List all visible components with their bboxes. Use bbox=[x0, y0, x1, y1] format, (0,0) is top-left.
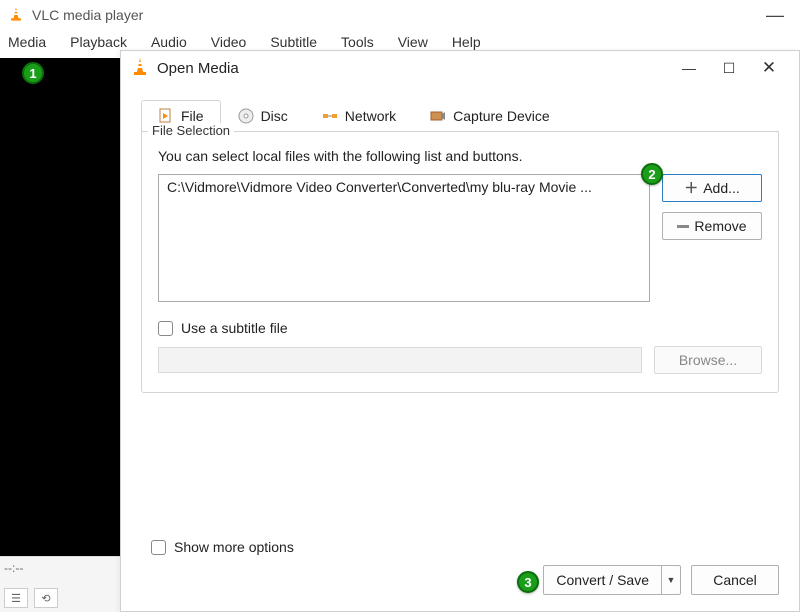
menu-media[interactable]: Media bbox=[4, 32, 50, 52]
file-selection-group: File Selection You can select local file… bbox=[141, 131, 779, 393]
dialog-maximize-icon[interactable]: ☐ bbox=[709, 60, 749, 77]
dialog-minimize-icon[interactable]: — bbox=[669, 60, 709, 76]
main-titlebar: VLC media player — bbox=[0, 0, 800, 30]
step-badge-2: 2 bbox=[641, 163, 663, 185]
plus-icon: ＋ bbox=[684, 178, 698, 198]
step-badge-1: 1 bbox=[22, 62, 44, 84]
loop-icon[interactable]: ⟲ bbox=[34, 588, 58, 608]
remove-button-label: Remove bbox=[694, 218, 746, 234]
minus-icon bbox=[677, 225, 689, 228]
tab-network-label: Network bbox=[345, 108, 396, 124]
tab-network[interactable]: Network bbox=[305, 100, 413, 132]
file-selection-hint: You can select local files with the foll… bbox=[158, 148, 762, 164]
tab-disc-label: Disc bbox=[261, 108, 288, 124]
cancel-button[interactable]: Cancel bbox=[691, 565, 779, 595]
step-badge-3: 3 bbox=[517, 571, 539, 593]
convert-save-button[interactable]: Convert / Save ▼ bbox=[543, 565, 681, 595]
dialog-title: Open Media bbox=[157, 60, 669, 77]
video-area bbox=[0, 58, 120, 556]
dialog-footer: Convert / Save ▼ Cancel bbox=[543, 565, 779, 595]
tab-capture[interactable]: Capture Device bbox=[413, 100, 567, 132]
vlc-cone-icon bbox=[131, 58, 149, 78]
show-more-checkbox[interactable] bbox=[151, 540, 166, 555]
remove-button[interactable]: Remove bbox=[662, 212, 762, 240]
chevron-down-icon[interactable]: ▼ bbox=[662, 575, 680, 585]
dialog-close-icon[interactable]: ✕ bbox=[749, 58, 789, 78]
file-icon bbox=[158, 108, 174, 124]
menu-tools[interactable]: Tools bbox=[337, 32, 378, 52]
subtitle-checkbox-label: Use a subtitle file bbox=[181, 320, 288, 336]
subtitle-path-input bbox=[158, 347, 642, 373]
disc-icon bbox=[238, 108, 254, 124]
file-list[interactable]: C:\Vidmore\Vidmore Video Converter\Conve… bbox=[158, 174, 650, 302]
menu-playback[interactable]: Playback bbox=[66, 32, 131, 52]
open-media-dialog: Open Media — ☐ ✕ File Disc Network bbox=[120, 50, 800, 612]
add-button[interactable]: ＋ Add... bbox=[662, 174, 762, 202]
browse-button: Browse... bbox=[654, 346, 762, 374]
tab-file-label: File bbox=[181, 108, 204, 124]
show-more-options-row[interactable]: Show more options bbox=[151, 539, 294, 555]
file-selection-group-label: File Selection bbox=[148, 123, 234, 138]
playlist-toggle-icon[interactable]: ☰ bbox=[4, 588, 28, 608]
browse-button-label: Browse... bbox=[679, 352, 737, 368]
bottom-controls: --:-- ☰ ⟲ bbox=[0, 556, 120, 612]
menu-view[interactable]: View bbox=[394, 32, 432, 52]
vlc-main-window: VLC media player — Media Playback Audio … bbox=[0, 0, 800, 612]
main-window-title: VLC media player bbox=[32, 7, 758, 23]
convert-save-label: Convert / Save bbox=[544, 566, 662, 594]
dialog-body: File Disc Network Capture Device File Se… bbox=[121, 85, 799, 393]
time-label: --:-- bbox=[4, 561, 23, 575]
dialog-tabs: File Disc Network Capture Device bbox=[141, 99, 779, 132]
vlc-cone-icon bbox=[8, 7, 24, 23]
dialog-titlebar: Open Media — ☐ ✕ bbox=[121, 51, 799, 85]
cancel-button-label: Cancel bbox=[713, 572, 757, 588]
subtitle-checkbox[interactable] bbox=[158, 321, 173, 336]
minimize-icon[interactable]: — bbox=[758, 5, 792, 26]
menu-audio[interactable]: Audio bbox=[147, 32, 191, 52]
network-icon bbox=[322, 108, 338, 124]
file-list-item[interactable]: C:\Vidmore\Vidmore Video Converter\Conve… bbox=[167, 179, 641, 195]
capture-icon bbox=[430, 108, 446, 124]
subtitle-checkbox-row[interactable]: Use a subtitle file bbox=[158, 320, 762, 336]
tab-capture-label: Capture Device bbox=[453, 108, 550, 124]
show-more-label: Show more options bbox=[174, 539, 294, 555]
menu-help[interactable]: Help bbox=[448, 32, 485, 52]
menu-subtitle[interactable]: Subtitle bbox=[266, 32, 321, 52]
menu-video[interactable]: Video bbox=[207, 32, 251, 52]
add-button-label: Add... bbox=[703, 180, 740, 196]
